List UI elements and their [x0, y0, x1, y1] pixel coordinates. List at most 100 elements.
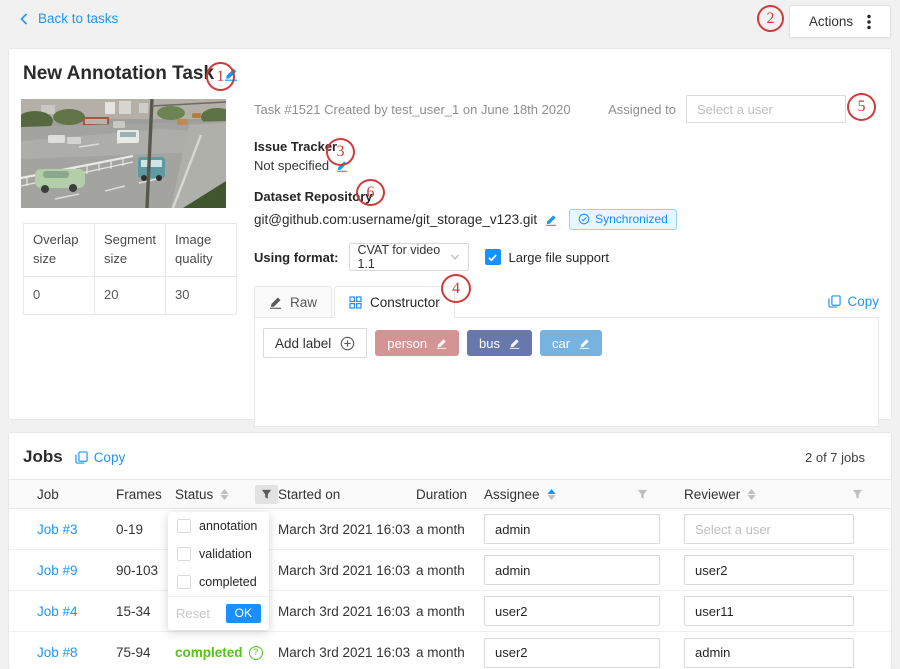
job-row-1: Job #3 0-19 March 3rd 2021 16:03 a month — [9, 509, 891, 550]
label-chip-bus[interactable]: bus — [467, 330, 532, 356]
assignee-filter-icon[interactable] — [631, 485, 654, 504]
reviewer-input[interactable] — [684, 514, 854, 544]
checkbox-unchecked-icon[interactable] — [177, 575, 191, 589]
label-constructor-panel: Add label person bus — [254, 317, 879, 427]
label-chip-person[interactable]: person — [375, 330, 459, 356]
tab-constructor[interactable]: Constructor — [334, 286, 455, 318]
tab-raw[interactable]: Raw — [254, 286, 332, 318]
assigned-to-label: Assigned to — [608, 102, 676, 117]
chevron-down-icon — [450, 252, 460, 262]
labels-copy-button[interactable]: Copy — [828, 294, 879, 309]
task-card: New Annotation Task — [8, 48, 892, 420]
job-duration: a month — [416, 645, 484, 660]
filter-option-annotation[interactable]: annotation — [168, 512, 269, 540]
filter-option-completed[interactable]: completed — [168, 568, 269, 596]
col-duration: Duration — [416, 487, 467, 502]
task-meta-text: Task #1521 Created by test_user_1 on Jun… — [254, 102, 571, 117]
assignee-sorter-icon[interactable] — [547, 489, 556, 500]
jobs-table-header: Job Frames Status Started on Duration As… — [9, 479, 891, 509]
filter-option-validation[interactable]: validation — [168, 540, 269, 568]
assignee-input[interactable] — [484, 514, 660, 544]
tab-raw-label: Raw — [290, 295, 317, 310]
job-started: March 3rd 2021 16:03 — [278, 645, 416, 660]
assignee-input[interactable] — [484, 596, 660, 626]
job-started: March 3rd 2021 16:03 — [278, 522, 416, 537]
tab-constructor-label: Constructor — [370, 295, 440, 310]
jobs-copy-label: Copy — [94, 450, 126, 465]
question-circle-icon[interactable]: ? — [249, 646, 263, 660]
edit-repository-icon[interactable] — [545, 214, 557, 226]
status-filter-icon[interactable] — [255, 485, 278, 504]
annotation-marker-3: 3 — [326, 138, 355, 166]
job-frames: 75-94 — [116, 645, 175, 660]
edit-label-icon[interactable] — [436, 338, 447, 349]
label-chip-car-name: car — [552, 336, 570, 351]
assigned-to-input[interactable] — [686, 95, 846, 123]
col-started-on: Started on — [278, 487, 340, 502]
job-link[interactable]: Job #8 — [37, 645, 116, 660]
label-chip-car[interactable]: car — [540, 330, 602, 356]
task-params-table: Overlap size Segment size Image quality … — [23, 223, 237, 315]
reviewer-filter-icon[interactable] — [846, 485, 869, 504]
job-frames: 15-34 — [116, 604, 175, 619]
status-sorter-icon[interactable] — [220, 489, 229, 500]
labels-copy-label: Copy — [847, 294, 879, 309]
label-chip-person-name: person — [387, 336, 427, 351]
large-file-support-label: Large file support — [509, 250, 609, 265]
job-status: completed ? — [175, 645, 278, 660]
add-label-button[interactable]: Add label — [263, 328, 367, 358]
reviewer-input[interactable] — [684, 638, 854, 668]
col-job: Job — [37, 487, 59, 502]
actions-button[interactable]: Actions — [789, 5, 891, 38]
assignee-input[interactable] — [484, 555, 660, 585]
more-vertical-icon — [867, 14, 871, 30]
col-status[interactable]: Status — [175, 487, 213, 502]
param-header-quality: Image quality — [166, 224, 237, 277]
large-file-support-checkbox[interactable] — [485, 249, 501, 265]
format-select[interactable]: CVAT for video 1.1 — [349, 243, 469, 271]
job-link[interactable]: Job #3 — [37, 522, 116, 537]
task-preview-image — [21, 99, 226, 208]
job-status-text: completed — [175, 645, 243, 660]
jobs-copy-button[interactable]: Copy — [75, 450, 126, 465]
filter-option-label: completed — [199, 575, 257, 589]
annotation-marker-6: 6 — [356, 179, 385, 206]
back-chevron-icon — [18, 13, 30, 25]
dataset-repository-url: git@github.com:username/git_storage_v123… — [254, 212, 537, 227]
synchronized-badge-label: Synchronized — [595, 212, 668, 226]
col-assignee[interactable]: Assignee — [484, 487, 540, 502]
edit-label-icon[interactable] — [579, 338, 590, 349]
filter-option-label: annotation — [199, 519, 257, 533]
using-format-label: Using format: — [254, 250, 339, 265]
task-detail-page: Back to tasks Actions New Annotation Tas… — [0, 0, 900, 669]
pencil-icon — [269, 296, 282, 309]
filter-reset-button[interactable]: Reset — [176, 606, 210, 621]
reviewer-input[interactable] — [684, 596, 854, 626]
add-label-button-label: Add label — [275, 336, 331, 351]
edit-label-icon[interactable] — [509, 338, 520, 349]
param-value-segment: 20 — [95, 276, 166, 314]
filter-ok-button[interactable]: OK — [226, 604, 261, 623]
back-to-tasks-link[interactable]: Back to tasks — [18, 11, 118, 26]
job-duration: a month — [416, 604, 484, 619]
annotation-marker-1: 1 — [206, 62, 235, 91]
jobs-count: 2 of 7 jobs — [805, 450, 865, 465]
job-link[interactable]: Job #9 — [37, 563, 116, 578]
status-filter-dropdown: annotation validation completed Reset OK — [168, 512, 269, 630]
job-duration: a month — [416, 522, 484, 537]
checkbox-unchecked-icon[interactable] — [177, 519, 191, 533]
annotation-marker-4: 4 — [441, 274, 471, 303]
actions-button-label: Actions — [809, 14, 853, 29]
dataset-repository-label: Dataset Repository — [254, 189, 879, 204]
reviewer-input[interactable] — [684, 555, 854, 585]
reviewer-sorter-icon[interactable] — [747, 489, 756, 500]
checkbox-unchecked-icon[interactable] — [177, 547, 191, 561]
annotation-marker-5: 5 — [847, 93, 876, 121]
label-chip-bus-name: bus — [479, 336, 500, 351]
job-duration: a month — [416, 563, 484, 578]
col-reviewer[interactable]: Reviewer — [684, 487, 740, 502]
plus-circle-icon — [340, 336, 355, 351]
jobs-card: Jobs Copy 2 of 7 jobs Job Frames Status — [8, 432, 892, 669]
job-link[interactable]: Job #4 — [37, 604, 116, 619]
assignee-input[interactable] — [484, 638, 660, 668]
